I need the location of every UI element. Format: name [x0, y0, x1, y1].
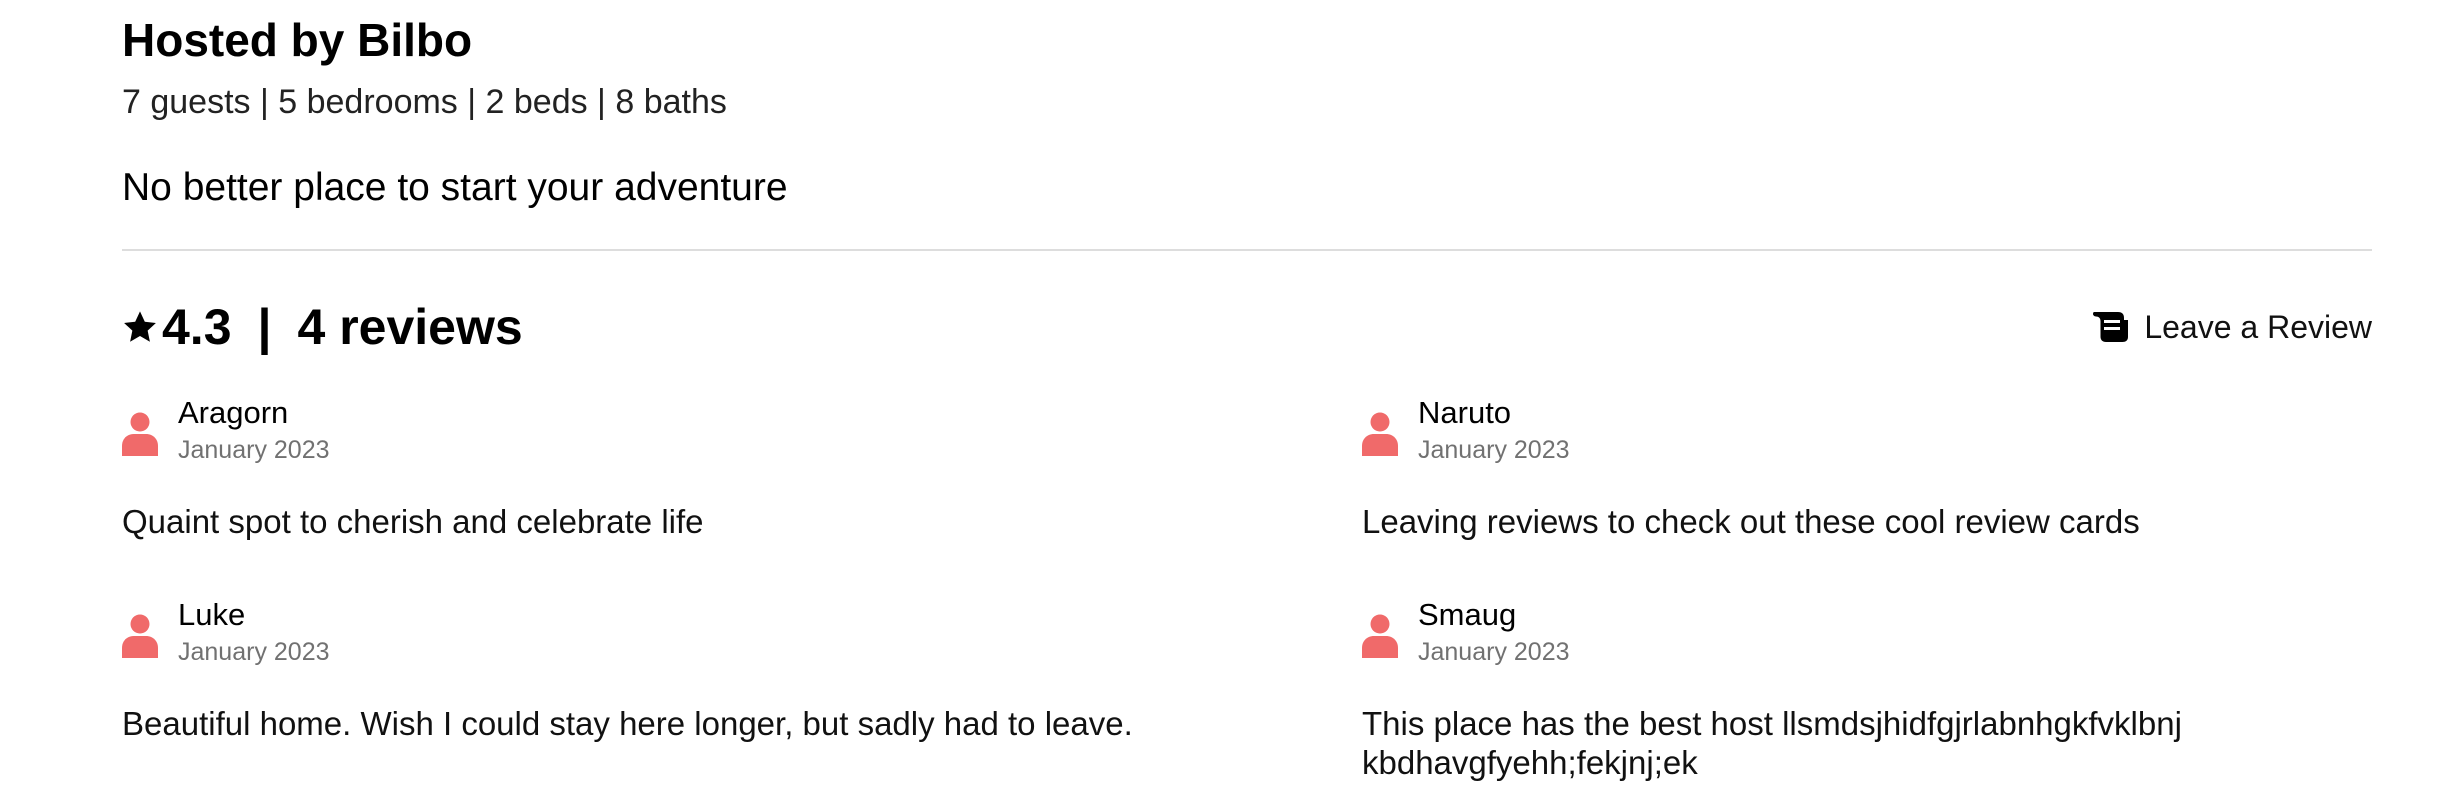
rating-value: 4.3	[162, 299, 232, 355]
listing-description: No better place to start your adventure	[122, 166, 788, 209]
user-avatar-icon	[1362, 412, 1398, 456]
scroll-icon	[2092, 311, 2130, 343]
rating-separator: |	[257, 299, 272, 355]
reviews-summary: 4.3 | 4 reviews	[122, 296, 523, 358]
user-avatar-icon	[1362, 614, 1398, 658]
star-icon	[122, 309, 158, 345]
user-avatar-icon	[122, 412, 158, 456]
review-text: Quaint spot to cherish and celebrate lif…	[122, 503, 704, 540]
review-header: Naruto January 2023	[1362, 394, 1962, 464]
reviewer-name: Smaug	[1418, 597, 1517, 632]
review-header: Smaug January 2023	[1362, 596, 1962, 666]
review-count: 4 reviews	[297, 299, 523, 355]
host-title: Hosted by Bilbo	[122, 14, 473, 66]
review-text: Beautiful home. Wish I could stay here l…	[122, 705, 1133, 742]
leave-review-label: Leave a Review	[2144, 309, 2372, 345]
reviewer-name: Luke	[178, 597, 246, 632]
reviewer-name: Aragorn	[178, 395, 289, 430]
leave-review-button[interactable]: Leave a Review	[2092, 306, 2372, 348]
review-text: This place has the best host llsmdsjhidf…	[1362, 705, 2182, 781]
section-divider	[122, 249, 2372, 251]
review-date: January 2023	[178, 436, 330, 464]
review-date: January 2023	[1418, 638, 1570, 666]
review-header: Luke January 2023	[122, 596, 722, 666]
user-avatar-icon	[122, 614, 158, 658]
reviewer-name: Naruto	[1418, 395, 1512, 430]
review-date: January 2023	[1418, 436, 1570, 464]
review-header: Aragorn January 2023	[122, 394, 722, 464]
review-text: Leaving reviews to check out these cool …	[1362, 503, 2140, 540]
listing-stats: 7 guests | 5 bedrooms | 2 beds | 8 baths	[122, 83, 727, 121]
review-date: January 2023	[178, 638, 330, 666]
